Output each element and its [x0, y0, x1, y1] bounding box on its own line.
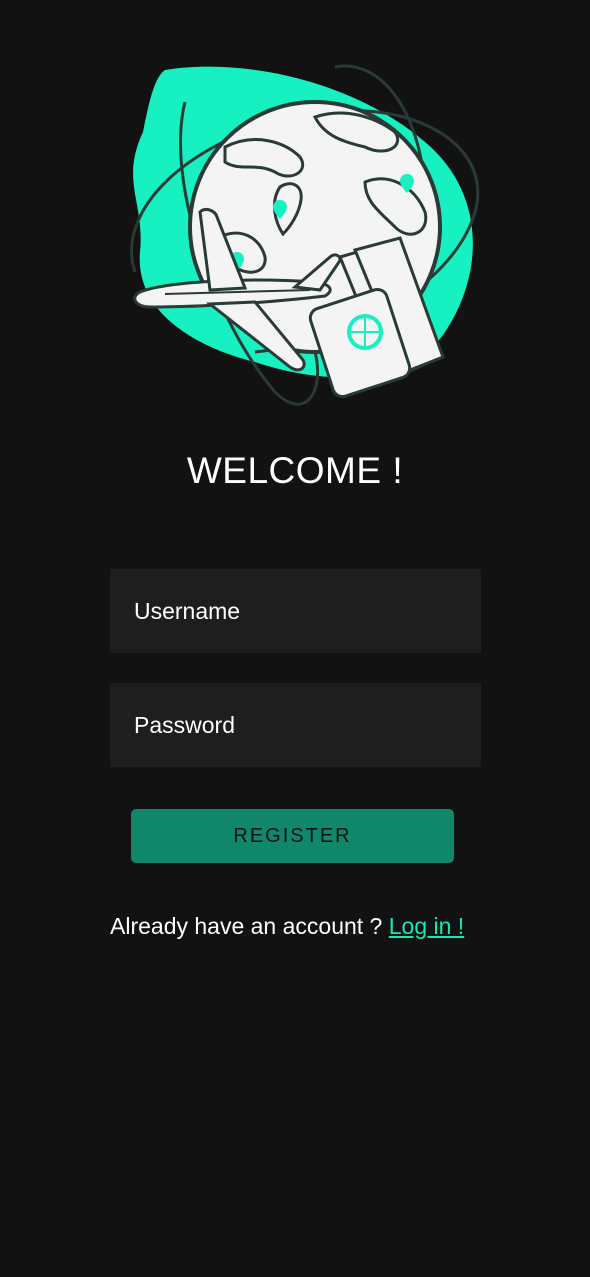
register-button[interactable]: REGISTER — [131, 809, 454, 863]
register-screen: WELCOME ! REGISTER Already have an accou… — [0, 0, 590, 1277]
login-prompt-text: Already have an account ? — [110, 913, 383, 939]
password-input[interactable] — [110, 683, 481, 767]
username-input[interactable] — [110, 569, 481, 653]
page-title: WELCOME ! — [186, 450, 404, 491]
login-link[interactable]: Log in ! — [389, 913, 464, 939]
travel-globe-illustration — [130, 64, 480, 406]
login-prompt: Already have an account ? Log in ! — [110, 913, 464, 940]
